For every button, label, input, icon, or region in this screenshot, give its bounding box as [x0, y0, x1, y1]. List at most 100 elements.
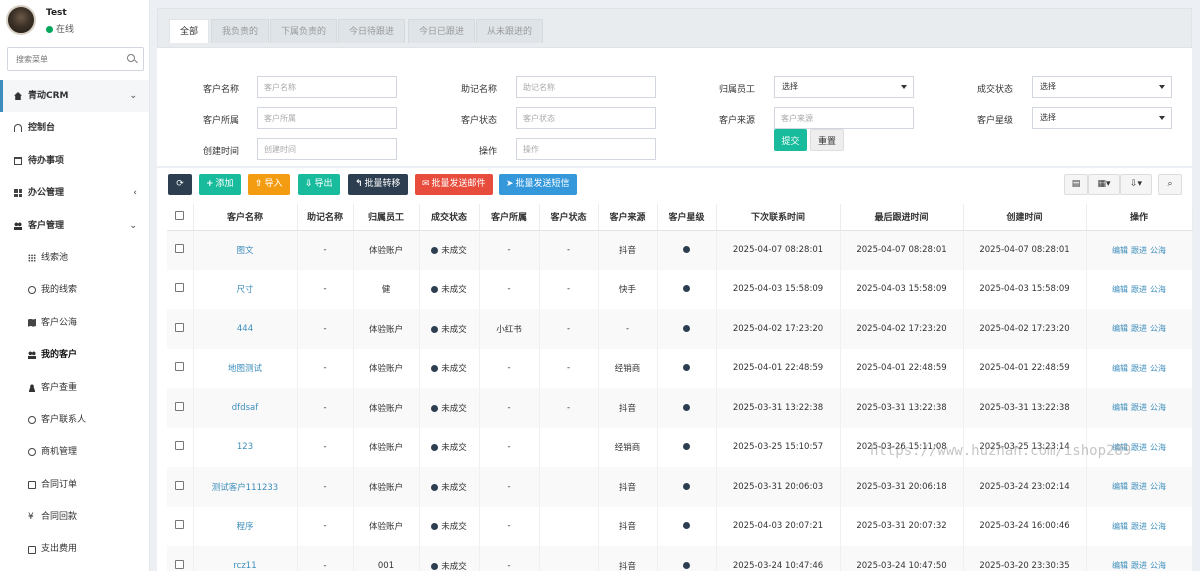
- customer-name-input[interactable]: [257, 76, 397, 98]
- customer-name-link[interactable]: 图文: [236, 246, 253, 256]
- pool-link[interactable]: 公海: [1150, 403, 1166, 412]
- column-header[interactable]: 客户所属: [479, 204, 540, 231]
- import-button[interactable]: ⇧ 导入: [248, 174, 290, 195]
- edit-link[interactable]: 编辑: [1112, 324, 1128, 333]
- column-header[interactable]: 客户状态: [539, 204, 599, 231]
- tab-2[interactable]: 下属负责的: [270, 19, 338, 43]
- export-menu-button[interactable]: ⇩▾: [1120, 174, 1152, 195]
- mnemonic-input[interactable]: [516, 76, 656, 98]
- follow-link[interactable]: 跟进: [1131, 403, 1147, 412]
- row-checkbox[interactable]: [175, 441, 185, 451]
- sidebar-item-14[interactable]: 支出费用: [0, 533, 149, 565]
- edit-link[interactable]: 编辑: [1112, 364, 1128, 373]
- edit-link[interactable]: 编辑: [1112, 561, 1128, 570]
- follow-link[interactable]: 跟进: [1131, 324, 1147, 333]
- search-toggle-button[interactable]: ⌕: [1158, 174, 1182, 195]
- sidebar-item-0[interactable]: 青动CRM ⌄: [0, 80, 149, 113]
- follow-link[interactable]: 跟进: [1131, 561, 1147, 570]
- columns-button[interactable]: ▦▾: [1088, 174, 1120, 195]
- edit-link[interactable]: 编辑: [1112, 285, 1128, 294]
- row-checkbox[interactable]: [175, 480, 185, 490]
- row-checkbox[interactable]: [175, 244, 185, 253]
- pool-link[interactable]: 公海: [1150, 285, 1166, 294]
- sidebar-item-8[interactable]: 我的客户: [0, 339, 149, 371]
- pool-link[interactable]: 公海: [1150, 443, 1166, 452]
- follow-link[interactable]: 跟进: [1131, 522, 1147, 531]
- follow-link[interactable]: 跟进: [1131, 285, 1147, 294]
- export-button[interactable]: ⇩ 导出: [298, 174, 340, 195]
- search-icon[interactable]: [127, 54, 135, 62]
- add-button[interactable]: + 添加: [199, 174, 241, 195]
- tab-4[interactable]: 今日已跟进: [408, 19, 476, 43]
- sidebar-item-6[interactable]: 我的线索: [0, 274, 149, 306]
- sidebar-item-13[interactable]: ¥ 合同回款: [0, 501, 149, 533]
- column-header[interactable]: 操作: [1086, 204, 1193, 231]
- source-input[interactable]: [774, 107, 914, 129]
- batch-email-button[interactable]: ✉ 批量发送邮件: [415, 174, 493, 195]
- column-header[interactable]: 助记名称: [297, 204, 354, 231]
- batch-transfer-button[interactable]: ↰ 批量转移: [348, 174, 408, 195]
- row-checkbox[interactable]: [175, 362, 185, 372]
- column-header[interactable]: 最后跟进时间: [840, 204, 964, 231]
- deal-status-select[interactable]: 选择: [1032, 76, 1172, 98]
- column-header[interactable]: 下次联系时间: [716, 204, 841, 231]
- follow-link[interactable]: 跟进: [1131, 364, 1147, 373]
- edit-link[interactable]: 编辑: [1112, 403, 1128, 412]
- sidebar-item-11[interactable]: 商机管理: [0, 436, 149, 468]
- customer-name-link[interactable]: 尺寸: [236, 285, 253, 295]
- edit-link[interactable]: 编辑: [1112, 482, 1128, 491]
- sidebar-item-4[interactable]: 客户管理 ⌄: [0, 210, 149, 242]
- follow-link[interactable]: 跟进: [1131, 443, 1147, 452]
- customer-name-link[interactable]: 程序: [236, 522, 253, 532]
- column-header[interactable]: 客户名称: [193, 204, 298, 231]
- customer-name-link[interactable]: 测试客户111233: [212, 483, 278, 493]
- sidebar-item-9[interactable]: 客户查重: [0, 372, 149, 404]
- row-checkbox[interactable]: [175, 520, 185, 530]
- pool-link[interactable]: 公海: [1150, 324, 1166, 333]
- menu-search-input[interactable]: [8, 48, 118, 70]
- sidebar-item-1[interactable]: 控制台: [0, 112, 149, 144]
- column-header[interactable]: 成交状态: [419, 204, 480, 231]
- sidebar-item-12[interactable]: 合同订单: [0, 469, 149, 501]
- refresh-button[interactable]: ⟳: [168, 174, 192, 195]
- submit-button[interactable]: 提交: [774, 129, 807, 151]
- tab-0[interactable]: 全部: [169, 19, 210, 43]
- customer-name-link[interactable]: 444: [237, 324, 253, 334]
- tab-1[interactable]: 我负责的: [211, 19, 270, 43]
- column-header[interactable]: 创建时间: [963, 204, 1087, 231]
- sidebar-item-5[interactable]: 线索池: [0, 242, 149, 274]
- column-header[interactable]: 客户星级: [657, 204, 717, 231]
- edit-link[interactable]: 编辑: [1112, 522, 1128, 531]
- customer-name-link[interactable]: rcz11: [233, 561, 256, 571]
- customer-name-link[interactable]: 地图测试: [228, 364, 262, 374]
- sidebar-item-10[interactable]: 客户联系人: [0, 404, 149, 436]
- customer-name-link[interactable]: dfdsaf: [232, 403, 258, 413]
- follow-link[interactable]: 跟进: [1131, 246, 1147, 255]
- owner-select[interactable]: 选择: [774, 76, 914, 98]
- tab-3[interactable]: 今日待跟进: [338, 19, 406, 43]
- customer-name-link[interactable]: 123: [237, 442, 253, 452]
- follow-link[interactable]: 跟进: [1131, 482, 1147, 491]
- pool-link[interactable]: 公海: [1150, 482, 1166, 491]
- row-checkbox[interactable]: [175, 559, 185, 569]
- select-all-checkbox[interactable]: [175, 210, 185, 220]
- column-header[interactable]: 归属员工: [353, 204, 420, 231]
- table-view-button[interactable]: ▤: [1064, 174, 1088, 195]
- sidebar-item-2[interactable]: 待办事项: [0, 145, 149, 177]
- tab-5[interactable]: 从未跟进的: [476, 19, 544, 43]
- operation-input[interactable]: [516, 138, 656, 160]
- menu-search[interactable]: [7, 47, 144, 71]
- column-header[interactable]: 客户来源: [598, 204, 658, 231]
- belong-input[interactable]: [257, 107, 397, 129]
- level-select[interactable]: 选择: [1032, 107, 1172, 129]
- sidebar-item-3[interactable]: 办公管理 ‹: [0, 177, 149, 209]
- pool-link[interactable]: 公海: [1150, 246, 1166, 255]
- pool-link[interactable]: 公海: [1150, 522, 1166, 531]
- reset-button[interactable]: 重置: [810, 129, 844, 151]
- pool-link[interactable]: 公海: [1150, 364, 1166, 373]
- edit-link[interactable]: 编辑: [1112, 246, 1128, 255]
- avatar[interactable]: [6, 5, 36, 35]
- sidebar-item-7[interactable]: 客户公海: [0, 307, 149, 339]
- row-checkbox[interactable]: [175, 322, 185, 332]
- row-checkbox[interactable]: [175, 401, 185, 411]
